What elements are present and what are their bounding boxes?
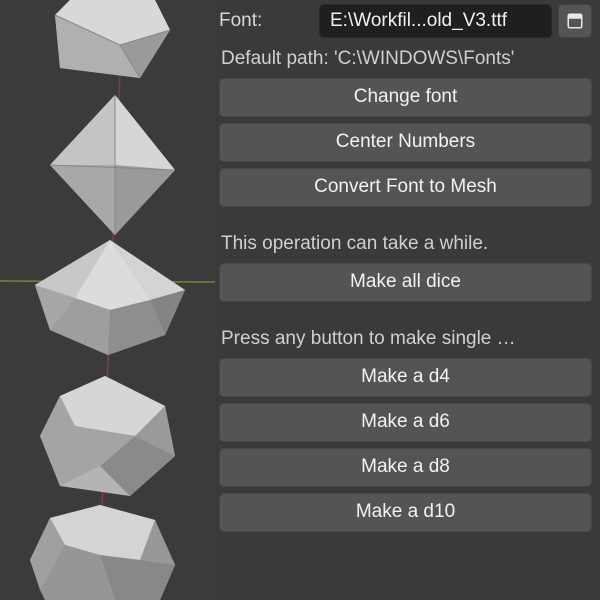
- make-d6-button[interactable]: Make a d6: [219, 403, 592, 442]
- font-path-field[interactable]: E:\Workfil...old_V3.ttf: [319, 4, 552, 38]
- make-all-button[interactable]: Make all dice: [219, 263, 592, 302]
- viewport-3d[interactable]: [0, 0, 215, 600]
- convert-font-button[interactable]: Convert Font to Mesh: [219, 168, 592, 207]
- dice-d8: [50, 95, 175, 235]
- default-path-text: Default path: 'C:\WINDOWS\Fonts': [219, 44, 592, 72]
- make-d8-button[interactable]: Make a d8: [219, 448, 592, 487]
- dice-d6: [55, 0, 170, 78]
- center-numbers-button[interactable]: Center Numbers: [219, 123, 592, 162]
- dice-d10-alt: [40, 376, 175, 496]
- change-font-button[interactable]: Change font: [219, 78, 592, 117]
- file-open-icon: [566, 12, 584, 30]
- single-hint-text: Press any button to make single …: [219, 324, 592, 352]
- font-label: Font:: [219, 10, 313, 32]
- dice-d10: [35, 240, 185, 355]
- font-row: Font: E:\Workfil...old_V3.ttf: [219, 4, 592, 38]
- dice-d12: [30, 505, 175, 600]
- make-d4-button[interactable]: Make a d4: [219, 358, 592, 397]
- dice-generator-panel: Font: E:\Workfil...old_V3.ttf Default pa…: [215, 0, 600, 600]
- make-d10-button[interactable]: Make a d10: [219, 493, 592, 532]
- warning-text: This operation can take a while.: [219, 229, 592, 257]
- file-open-button[interactable]: [558, 4, 592, 38]
